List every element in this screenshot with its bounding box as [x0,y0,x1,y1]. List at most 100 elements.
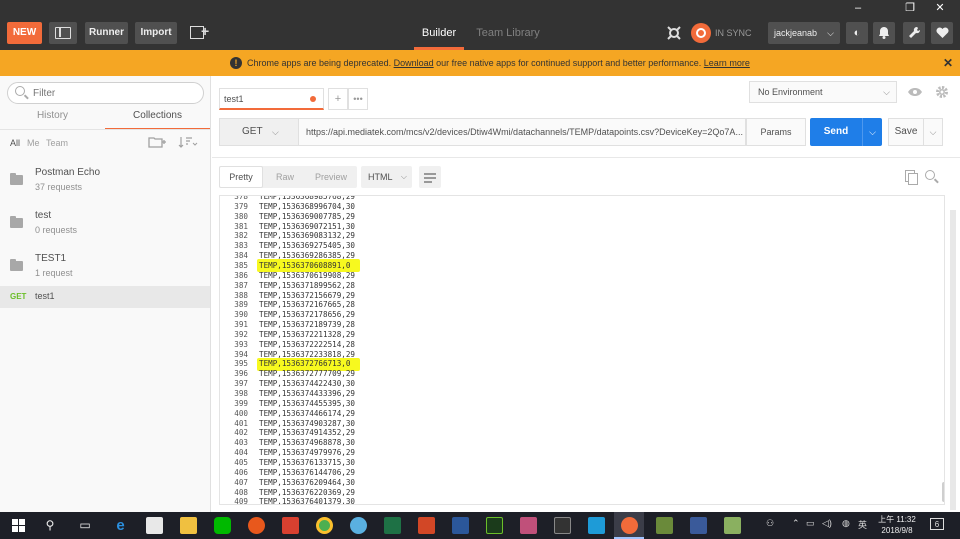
app-icon[interactable] [350,517,367,534]
download-link[interactable]: Download [394,58,434,68]
search-icon[interactable]: ⚲ [40,516,60,534]
tab-team-library[interactable]: Team Library [472,18,544,50]
collection-item[interactable]: Postman Echo 37 requests [0,163,210,201]
network-icon[interactable]: ▭ [806,518,815,529]
tab-builder[interactable]: Builder [414,18,464,50]
terminal-icon[interactable] [554,517,571,534]
app-icon[interactable] [724,517,741,534]
layout-icon [55,27,71,39]
tab-collections[interactable]: Collections [105,106,210,130]
filter-input[interactable] [33,86,193,100]
new-collection-icon[interactable] [148,135,166,152]
wrap-lines-icon[interactable] [419,166,441,188]
new-window-button[interactable]: + [185,22,213,44]
username: jackjeanab [774,28,818,38]
save-options-chevron-icon[interactable]: ⌵ [923,118,943,146]
line-number: 396 [234,369,248,379]
chrome-icon[interactable] [316,517,333,534]
new-button[interactable]: NEW [7,22,42,44]
app-icon[interactable] [282,517,299,534]
store-icon[interactable] [146,517,163,534]
app-icon[interactable] [588,517,605,534]
response-body[interactable]: 378 TEMP,1536368985768,29 379 TEMP,15363689… [219,195,945,505]
filter-me[interactable]: Me [27,138,40,148]
panel-scrollbar[interactable] [950,210,956,510]
send-button[interactable]: Send [810,118,862,146]
app-tray-icon[interactable]: ◍ [842,518,850,529]
eye-icon[interactable] [904,81,926,103]
heart-icon[interactable] [931,22,953,44]
app-icon[interactable] [690,517,707,534]
satellite-icon[interactable]: ◐ [846,22,868,44]
system-clock[interactable]: 上午 11:32 2018/9/8 [874,514,920,536]
app-header: – ❐ ✕ NEW Runner Import + Builder Team L… [0,0,960,50]
editor-scrollbar[interactable] [942,482,944,502]
tab-raw[interactable]: Raw [265,166,305,188]
sync-status-icon[interactable] [691,23,711,43]
banner-close-icon[interactable]: ✕ [943,50,953,76]
notification-center-icon[interactable]: 6 [930,518,944,530]
send-options-chevron-icon[interactable]: ⌵ [862,118,882,146]
main-panel: test1 + ••• No Environment ⌵ GET ⌵ https… [212,76,960,512]
request-item[interactable]: GET test1 [0,286,210,308]
app-icon[interactable] [520,517,537,534]
filter-all[interactable]: All [10,138,20,148]
user-menu[interactable]: jackjeanab ⌵ [768,22,840,44]
ime-indicator[interactable]: 英 [858,518,867,531]
sort-icon[interactable] [178,135,198,152]
environment-select[interactable]: No Environment ⌵ [749,81,897,103]
search-icon[interactable] [925,170,935,180]
folder-icon [10,216,23,228]
file-explorer-icon[interactable] [180,517,197,534]
params-button[interactable]: Params [746,118,806,146]
toggle-sidebar-button[interactable] [49,22,77,44]
collection-item[interactable]: TEST1 1 request [0,249,210,287]
request-tab[interactable]: test1 [219,88,324,110]
line-text: TEMP,1536374979976,29 [259,448,356,458]
bell-icon[interactable] [873,22,895,44]
collection-item[interactable]: test 0 requests [0,206,210,244]
add-tab-button[interactable]: + [328,88,348,110]
volume-icon[interactable]: ◁) [822,518,832,529]
line-text: TEMP,1536376133715,30 [259,457,356,467]
tab-preview[interactable]: Preview [307,166,355,188]
save-button[interactable]: Save [888,118,924,146]
line-icon[interactable] [214,517,231,534]
format-select[interactable]: HTML ⌵ [361,166,412,188]
response-line: 388 TEMP,1536372156679,29 [220,291,920,301]
banner-message: Chrome apps are being deprecated. Downlo… [247,58,750,68]
tab-history[interactable]: History [0,106,105,130]
line-text: TEMP,1536369007785,29 [259,211,356,221]
gear-icon[interactable] [931,81,953,103]
more-tabs-button[interactable]: ••• [348,88,368,110]
dreamweaver-icon[interactable] [486,517,503,534]
url-input[interactable]: https://api.mediatek.com/mcs/v2/devices/… [299,118,746,146]
word-icon[interactable] [452,517,469,534]
excel-icon[interactable] [384,517,401,534]
windows-start-icon[interactable] [12,519,26,533]
line-number: 390 [234,310,248,320]
edge-icon[interactable]: e [112,517,129,534]
maximize-button[interactable]: ❐ [895,0,925,16]
minimize-button[interactable]: – [843,0,873,16]
filter-field[interactable] [7,82,204,104]
chevron-up-icon[interactable]: ⌃ [792,518,800,529]
line-number: 386 [234,270,248,280]
import-button[interactable]: Import [135,22,177,44]
learn-more-link[interactable]: Learn more [704,58,750,68]
folder-icon [10,259,23,271]
tab-pretty[interactable]: Pretty [219,166,263,188]
app-icon[interactable] [656,517,673,534]
powerpoint-icon[interactable] [418,517,435,534]
method-select[interactable]: GET ⌵ [219,118,299,146]
task-view-icon[interactable]: ▭ [75,516,95,534]
runner-button[interactable]: Runner [85,22,128,44]
close-window-button[interactable]: ✕ [925,0,955,16]
interceptor-icon[interactable] [663,22,685,44]
line-text: TEMP,1536374914352,29 [259,428,356,438]
filter-team[interactable]: Team [46,138,68,148]
firefox-icon[interactable] [248,517,265,534]
people-icon[interactable]: ⚇ [766,518,774,529]
wrench-icon[interactable] [903,22,925,44]
copy-icon[interactable] [905,170,918,185]
